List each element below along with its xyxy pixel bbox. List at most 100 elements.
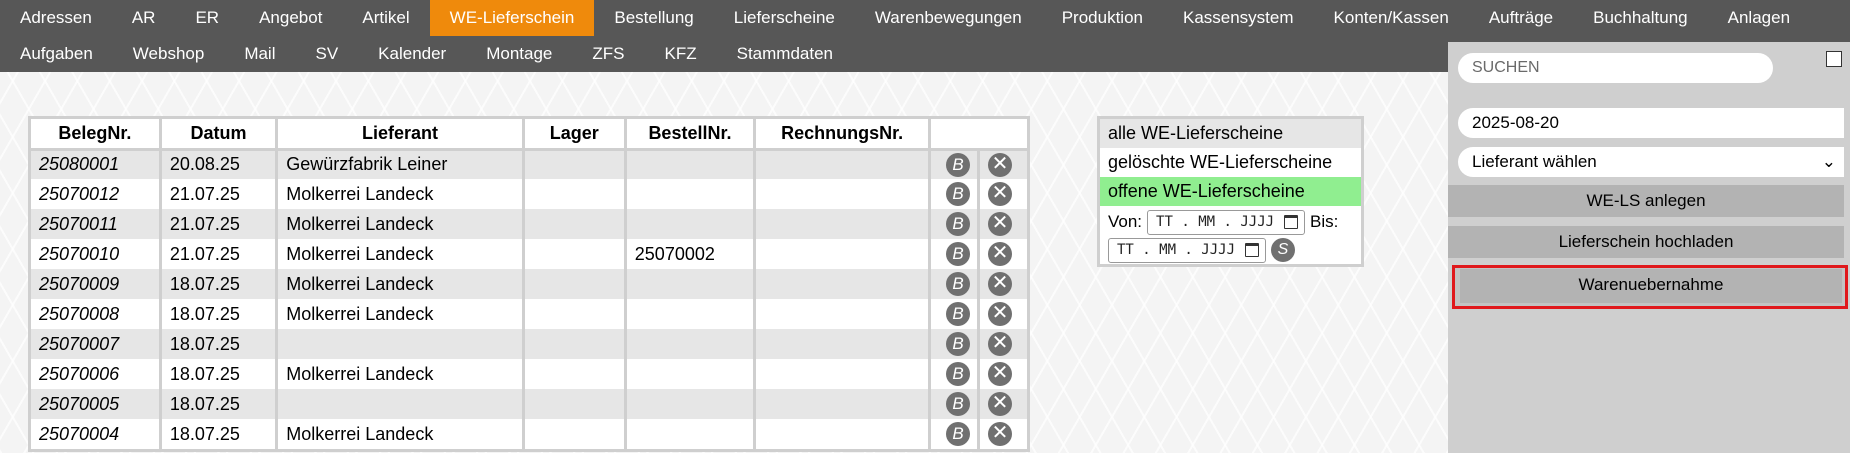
nav-tab-bestellung[interactable]: Bestellung xyxy=(594,0,713,36)
nav-tab-er[interactable]: ER xyxy=(175,0,239,36)
book-button[interactable]: B xyxy=(946,362,971,386)
filter-open[interactable]: offene WE-Lieferscheine xyxy=(1100,177,1361,206)
delete-icon[interactable]: ✕ xyxy=(988,242,1013,266)
calendar-icon[interactable] xyxy=(1284,215,1299,229)
delete-icon[interactable]: ✕ xyxy=(988,212,1013,236)
nav-tab-artikel[interactable]: Artikel xyxy=(342,0,429,36)
divider xyxy=(977,179,981,209)
book-button[interactable]: B xyxy=(946,422,971,446)
table-row[interactable]: 25080001 20.08.25 Gewürzfabrik Leiner B ✕ xyxy=(31,149,1027,179)
cell-beleg: 25070004 xyxy=(31,419,162,449)
divider xyxy=(977,299,981,329)
nav-tab-aufträge[interactable]: Aufträge xyxy=(1469,0,1573,36)
table-row[interactable]: 25070010 21.07.25 Molkerrei Landeck 2507000… xyxy=(31,239,1027,269)
row-actions: B ✕ xyxy=(929,269,1027,299)
table-row[interactable]: 25070006 18.07.25 Molkerrei Landeck B ✕ xyxy=(31,359,1027,389)
table-row[interactable]: 25070011 21.07.25 Molkerrei Landeck B ✕ xyxy=(31,209,1027,239)
search-input[interactable] xyxy=(1458,53,1773,83)
cell-bestell xyxy=(625,299,757,329)
sidebar-checkbox[interactable] xyxy=(1826,51,1842,67)
create-we-ls-button[interactable]: WE-LS anlegen xyxy=(1448,185,1844,217)
upload-delivery-note-button[interactable]: Lieferschein hochladen xyxy=(1448,226,1844,258)
nav-tab-zfs[interactable]: ZFS xyxy=(572,36,644,72)
nav-tab-sv[interactable]: SV xyxy=(295,36,358,72)
delete-icon[interactable]: ✕ xyxy=(988,152,1013,177)
filter-deleted[interactable]: gelöschte WE-Lieferscheine xyxy=(1100,148,1361,177)
cell-lieferant: Gewürzfabrik Leiner xyxy=(276,149,525,179)
nav-tab-ar[interactable]: AR xyxy=(112,0,176,36)
cell-datum: 20.08.25 xyxy=(160,149,279,179)
delete-icon[interactable]: ✕ xyxy=(988,272,1013,296)
table-header-row: BelegNr. Datum Lieferant Lager BestellNr. Rec… xyxy=(31,119,1027,151)
table-row[interactable]: 25070009 18.07.25 Molkerrei Landeck B ✕ xyxy=(31,269,1027,299)
cell-datum: 21.07.25 xyxy=(160,239,279,269)
book-button[interactable]: B xyxy=(946,392,971,416)
cell-lieferant: Molkerrei Landeck xyxy=(276,209,525,239)
cell-bestell xyxy=(625,209,757,239)
nav-tab-angebot[interactable]: Angebot xyxy=(239,0,342,36)
nav-tab-webshop[interactable]: Webshop xyxy=(113,36,225,72)
supplier-select[interactable]: Lieferant wählen ⌄ xyxy=(1458,147,1844,177)
book-button[interactable]: B xyxy=(946,272,971,296)
nav-tab-anlagen[interactable]: Anlagen xyxy=(1708,0,1810,36)
row-actions: B ✕ xyxy=(929,329,1027,359)
delete-icon[interactable]: ✕ xyxy=(988,422,1013,446)
to-label: Bis: xyxy=(1310,212,1339,231)
nav-tab-lieferscheine[interactable]: Lieferscheine xyxy=(714,0,855,36)
nav-row-2: Aufgaben Webshop Mail SV Kalender Montage ZFS K… xyxy=(0,36,853,72)
cell-rechnung xyxy=(754,179,932,209)
delete-icon[interactable]: ✕ xyxy=(988,392,1013,416)
nav-tab-warenbewegungen[interactable]: Warenbewegungen xyxy=(855,0,1042,36)
divider xyxy=(977,389,981,419)
table-row[interactable]: 25070012 21.07.25 Molkerrei Landeck B ✕ xyxy=(31,179,1027,209)
filter-all[interactable]: alle WE-Lieferscheine xyxy=(1100,119,1361,148)
column-header: Datum xyxy=(160,119,279,151)
nav-tab-aufgaben[interactable]: Aufgaben xyxy=(0,36,113,72)
from-label: Von: xyxy=(1108,212,1143,231)
to-date-input[interactable]: TT . MM . JJJJ xyxy=(1108,237,1266,263)
nav-tab-kalender[interactable]: Kalender xyxy=(358,36,466,72)
book-button[interactable]: B xyxy=(946,242,971,266)
table-row[interactable]: 25070005 18.07.25 B ✕ xyxy=(31,389,1027,419)
date-field[interactable]: 2025-08-20 xyxy=(1458,108,1844,138)
goods-receipt-button[interactable]: Warenuebernahme xyxy=(1452,265,1848,309)
book-button[interactable]: B xyxy=(946,152,971,177)
book-button[interactable]: B xyxy=(946,182,971,206)
cell-rechnung xyxy=(754,419,932,449)
nav-tab-mail[interactable]: Mail xyxy=(224,36,295,72)
nav-tab-stammdaten[interactable]: Stammdaten xyxy=(717,36,853,72)
delete-icon[interactable]: ✕ xyxy=(988,362,1013,386)
cell-beleg: 25070012 xyxy=(31,179,162,209)
book-button[interactable]: B xyxy=(946,212,971,236)
row-actions: B ✕ xyxy=(929,239,1027,269)
search-filter-button[interactable]: S xyxy=(1271,238,1295,262)
delete-icon[interactable]: ✕ xyxy=(988,302,1013,326)
cell-bestell xyxy=(625,419,757,449)
nav-tab-kfz[interactable]: KFZ xyxy=(645,36,717,72)
from-date-input[interactable]: TT . MM . JJJJ xyxy=(1147,209,1306,235)
column-header: Lieferant xyxy=(276,119,525,151)
nav-tab-buchhaltung[interactable]: Buchhaltung xyxy=(1573,0,1708,36)
delete-icon[interactable]: ✕ xyxy=(988,182,1013,206)
table-row[interactable]: 25070004 18.07.25 Molkerrei Landeck B ✕ xyxy=(31,419,1027,449)
cell-bestell xyxy=(625,359,757,389)
cell-lieferant: Molkerrei Landeck xyxy=(276,419,525,449)
book-button[interactable]: B xyxy=(946,302,971,326)
nav-tab-konten-kassen[interactable]: Konten/Kassen xyxy=(1314,0,1469,36)
cell-lager xyxy=(523,419,627,449)
cell-datum: 18.07.25 xyxy=(160,419,279,449)
delivery-notes-table: BelegNr. Datum Lieferant Lager BestellNr. Rec… xyxy=(28,116,1030,452)
column-header: BelegNr. xyxy=(31,119,162,151)
nav-tab-montage[interactable]: Montage xyxy=(466,36,572,72)
nav-tab-kassensystem[interactable]: Kassensystem xyxy=(1163,0,1314,36)
nav-tab-produktion[interactable]: Produktion xyxy=(1042,0,1163,36)
book-button[interactable]: B xyxy=(946,332,971,356)
table-row[interactable]: 25070008 18.07.25 Molkerrei Landeck B ✕ xyxy=(31,299,1027,329)
delete-icon[interactable]: ✕ xyxy=(988,332,1013,356)
nav-tab-adressen[interactable]: Adressen xyxy=(0,0,112,36)
calendar-icon[interactable] xyxy=(1245,243,1259,257)
cell-lager xyxy=(523,359,627,389)
table-row[interactable]: 25070007 18.07.25 B ✕ xyxy=(31,329,1027,359)
row-actions: B ✕ xyxy=(929,359,1027,389)
nav-tab-we-lieferschein[interactable]: WE-Lieferschein xyxy=(429,0,595,36)
